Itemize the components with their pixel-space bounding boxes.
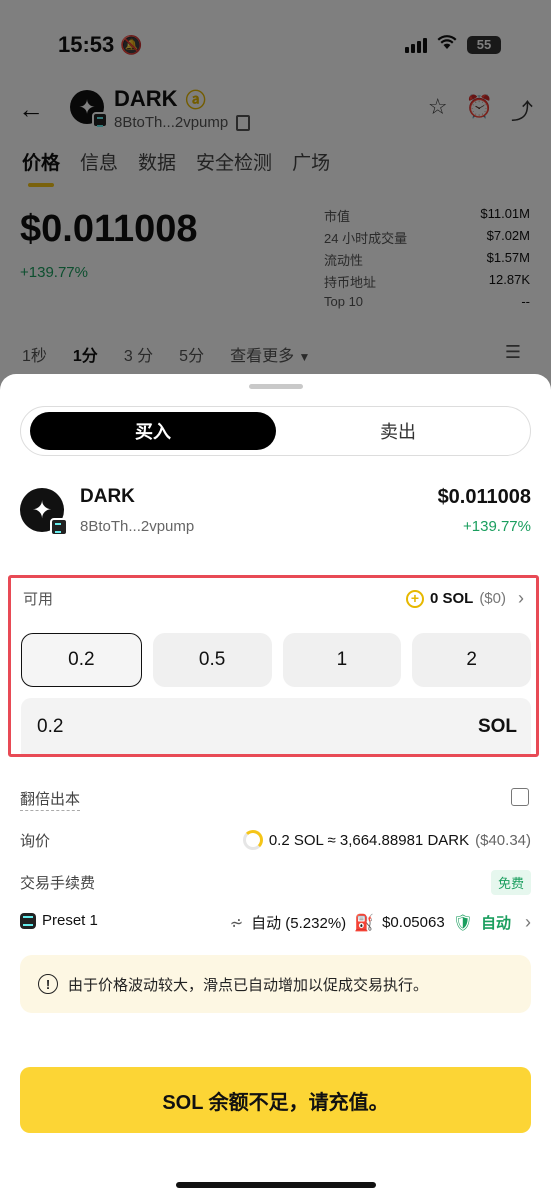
- amount-value: 0.2: [37, 716, 64, 737]
- fee-label: 交易手续费: [20, 875, 96, 892]
- shield-check-icon: 🛡: [452, 914, 473, 932]
- slippage-notice: ! 由于价格波动较大，滑点已自动增加以促成交易执行。: [20, 955, 531, 1013]
- deposit-cta-button[interactable]: SOL 余额不足，请充值。: [20, 1067, 531, 1133]
- buy-tab[interactable]: 买入: [30, 412, 276, 450]
- home-indicator[interactable]: [176, 1182, 376, 1188]
- solana-badge-icon: [50, 518, 68, 536]
- buy-sell-toggle: 买入 卖出: [20, 406, 531, 456]
- notice-text: 由于价格波动较大，滑点已自动增加以促成交易执行。: [68, 976, 429, 994]
- double-principal-checkbox[interactable]: [511, 788, 529, 806]
- loading-spinner-icon: [242, 830, 263, 850]
- preset-selector[interactable]: Preset 1: [20, 912, 98, 929]
- token-change: +139.77%: [463, 518, 531, 535]
- trade-sheet: 买入 卖出 ✦ DARK 8BtoTh...2vpump $0.011008 +…: [0, 374, 551, 1200]
- fee-row: 交易手续费 免费: [20, 870, 531, 895]
- double-principal-label: 翻倍出本: [20, 791, 81, 811]
- preset-label: Preset 1: [42, 912, 98, 929]
- token-name: DARK: [80, 486, 135, 507]
- quick-amounts: 0.2 0.5 1 2: [21, 633, 531, 687]
- gas-pump-icon: ⛽: [354, 914, 375, 932]
- slippage-icon: ⩫: [229, 914, 244, 932]
- amount-input[interactable]: 0.2 SOL: [21, 698, 531, 754]
- chevron-right-icon[interactable]: ›: [525, 912, 531, 933]
- quick-amount-button[interactable]: 0.5: [152, 633, 272, 687]
- token-avatar: ✦: [20, 488, 68, 536]
- available-value: 0 SOL: [429, 590, 474, 607]
- quote-row: 询价 0.2 SOL ≈ 3,664.88981 DARK ($40.34): [20, 830, 531, 852]
- available-balance[interactable]: + 0 SOL ($0) ›: [405, 588, 524, 609]
- available-label: 可用: [23, 591, 54, 608]
- token-address: 8BtoTh...2vpump: [80, 518, 195, 535]
- token-price: $0.011008: [437, 486, 531, 508]
- double-principal-row: 翻倍出本: [20, 788, 531, 811]
- solana-icon: [20, 912, 36, 929]
- amount-unit: SOL: [477, 716, 517, 737]
- quick-amount-button[interactable]: 1: [282, 633, 402, 687]
- sell-tab[interactable]: 卖出: [275, 412, 521, 450]
- info-icon: !: [38, 974, 58, 994]
- gas-value[interactable]: $0.05063: [382, 914, 445, 931]
- settings-row[interactable]: Preset 1 ⩫ 自动 (5.232%) ⛽ $0.05063 🛡 自动 ›: [20, 912, 531, 936]
- quick-amount-button[interactable]: 2: [412, 633, 531, 687]
- deposit-plus-icon[interactable]: +: [405, 589, 424, 608]
- mev-protect-value[interactable]: 自动: [481, 912, 511, 933]
- slippage-value[interactable]: 自动 (5.232%): [251, 912, 346, 933]
- sheet-grabber[interactable]: [249, 384, 303, 389]
- chevron-right-icon: ›: [518, 588, 524, 608]
- quick-amount-button[interactable]: 0.2: [21, 633, 142, 687]
- quote-usd: ($40.34): [475, 831, 531, 849]
- amount-section: 可用 + 0 SOL ($0) › 0.2 0.5 1 2 0.2 SOL: [8, 575, 539, 757]
- quote-label: 询价: [20, 833, 51, 850]
- modal-overlay[interactable]: [0, 0, 551, 400]
- fee-free-badge: 免费: [490, 870, 531, 895]
- available-usd: ($0): [479, 590, 506, 607]
- quote-value: 0.2 SOL ≈ 3,664.88981 DARK: [268, 831, 470, 849]
